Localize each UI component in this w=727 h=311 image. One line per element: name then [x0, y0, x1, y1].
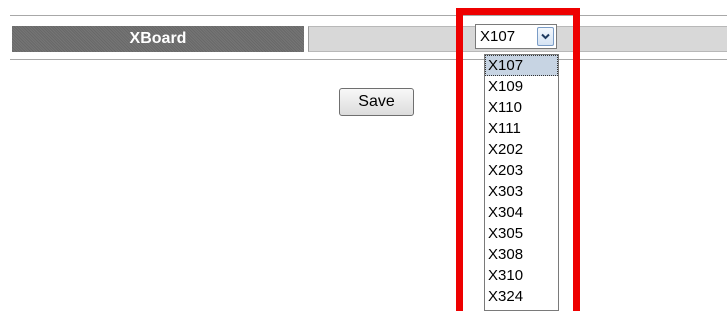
- dropdown-option[interactable]: X110: [485, 97, 558, 118]
- setting-row-xboard: XBoard: [10, 15, 727, 60]
- dropdown-option[interactable]: X203: [485, 160, 558, 181]
- dropdown-option[interactable]: X324: [485, 286, 558, 307]
- dropdown-option[interactable]: X308: [485, 244, 558, 265]
- settings-page: XBoard X107 X107 X109 X110 X111 X202 X203 X303…: [0, 0, 727, 311]
- save-button[interactable]: Save: [339, 88, 414, 116]
- dropdown-option[interactable]: X303: [485, 181, 558, 202]
- dropdown-option[interactable]: X310: [485, 265, 558, 286]
- dropdown-arrow-button[interactable]: [537, 27, 554, 46]
- xboard-options-list: X107 X109 X110 X111 X202 X203 X303 X304 X305 X308…: [484, 54, 559, 311]
- chevron-down-icon: [541, 33, 550, 40]
- xboard-select[interactable]: X107: [475, 24, 557, 49]
- dropdown-option[interactable]: X109: [485, 76, 558, 97]
- setting-label: XBoard: [12, 26, 304, 52]
- dropdown-option[interactable]: X202: [485, 139, 558, 160]
- dropdown-option[interactable]: X304: [485, 202, 558, 223]
- dropdown-option[interactable]: X107: [485, 55, 558, 76]
- dropdown-option[interactable]: X111: [485, 118, 558, 139]
- select-current-value: X107: [480, 28, 516, 45]
- dropdown-option[interactable]: X305: [485, 223, 558, 244]
